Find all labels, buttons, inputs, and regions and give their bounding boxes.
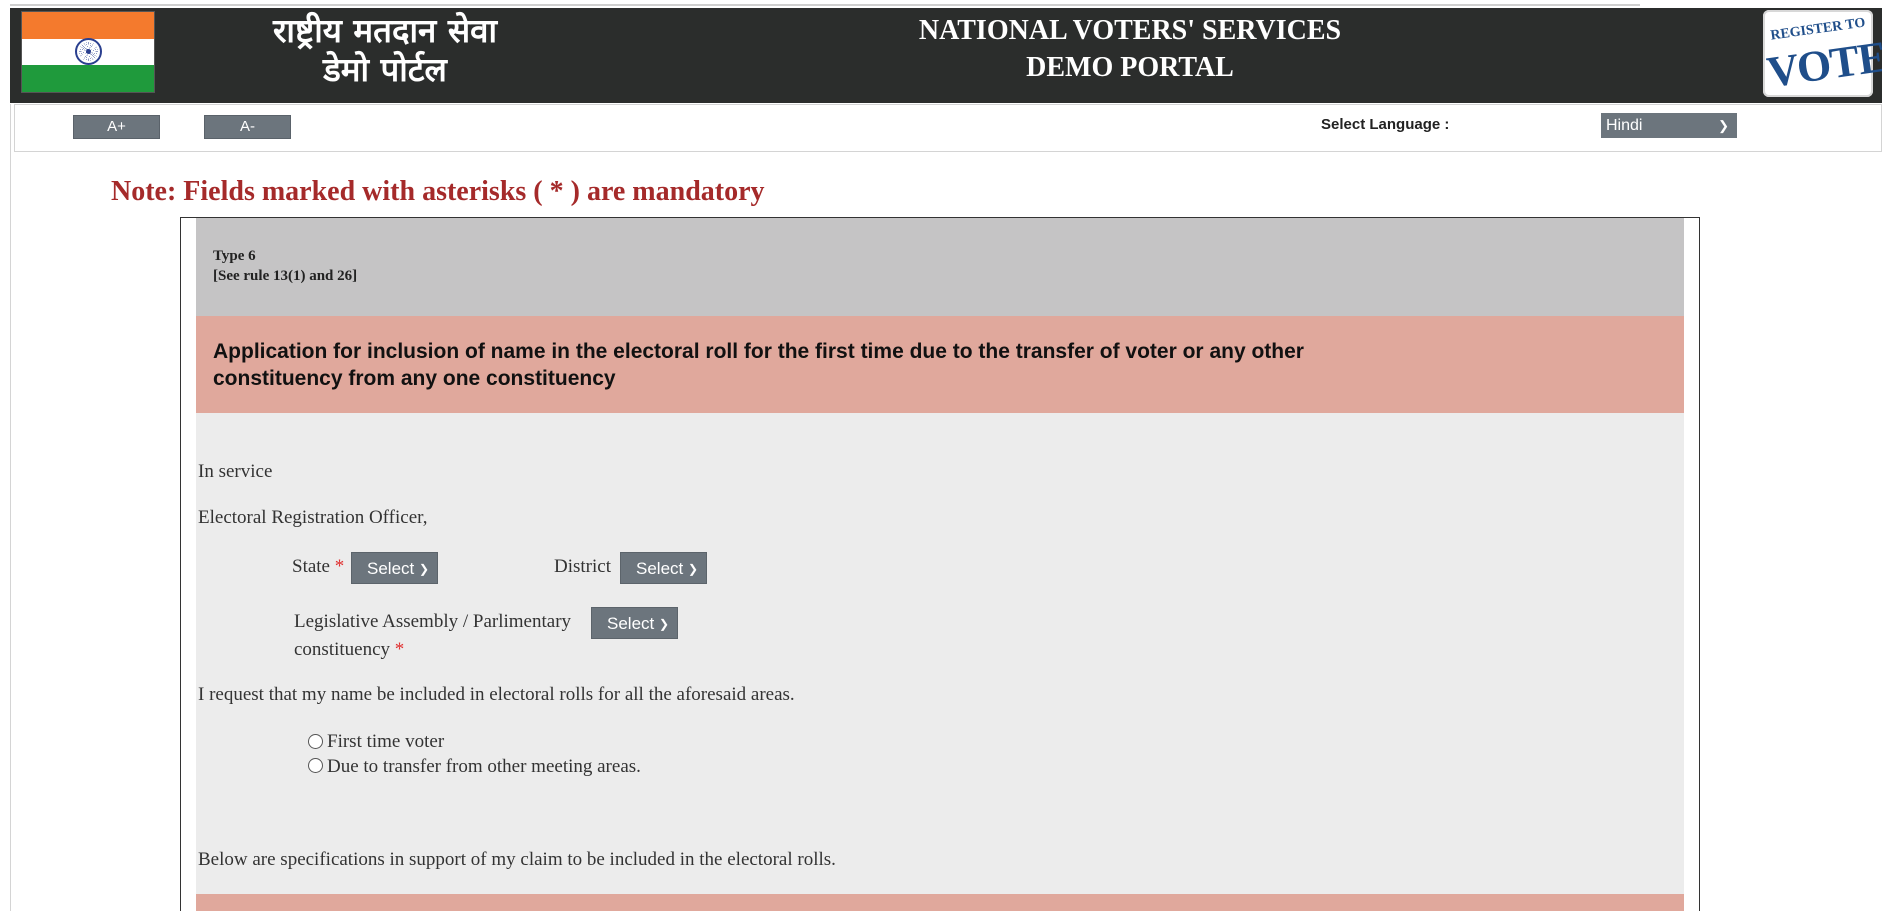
india-flag-logo bbox=[21, 11, 155, 93]
constituency-select[interactable]: Select ❯ bbox=[591, 607, 678, 639]
state-select[interactable]: Select ❯ bbox=[351, 552, 438, 584]
first-time-voter-radio[interactable] bbox=[308, 734, 323, 749]
officer-text: Electoral Registration Officer, bbox=[198, 507, 428, 528]
district-label: District bbox=[554, 556, 611, 577]
constituency-label-line1: Legislative Assembly / Parlimentary bbox=[294, 611, 572, 632]
hindi-site-title: राष्ट्रीय मतदान सेवा डेमो पोर्टल bbox=[240, 11, 530, 89]
chevron-down-icon: ❯ bbox=[658, 617, 669, 631]
form-body: Type 6 [See rule 13(1) and 26] Applicati… bbox=[196, 218, 1684, 911]
in-service-text: In service bbox=[198, 461, 273, 482]
application-title: Application for inclusion of name in the… bbox=[213, 340, 1304, 390]
next-section-header bbox=[196, 894, 1684, 911]
language-label: Select Language : bbox=[1321, 116, 1450, 133]
form-type-header: Type 6 [See rule 13(1) and 26] bbox=[196, 218, 1684, 316]
register-to-vote-logo: REGISTER TO VOTE bbox=[1763, 10, 1882, 97]
required-asterisk: * bbox=[394, 639, 405, 660]
ashoka-chakra-icon bbox=[74, 38, 102, 66]
state-label-text: State bbox=[292, 556, 330, 577]
mandatory-fields-note: Note: Fields marked with asterisks ( * )… bbox=[111, 176, 765, 207]
hindi-title-line2: डेमो पोर्टल bbox=[323, 50, 447, 89]
first-time-voter-label: First time voter bbox=[327, 731, 445, 752]
application-title-box: Application for inclusion of name in the… bbox=[196, 316, 1684, 413]
form-container: Type 6 [See rule 13(1) and 26] Applicati… bbox=[180, 217, 1700, 911]
state-label: State * bbox=[292, 556, 344, 578]
state-select-value: Select bbox=[367, 559, 415, 578]
transfer-voter-label: Due to transfer from other meeting areas… bbox=[327, 756, 641, 777]
form-type: Type 6 bbox=[213, 248, 256, 264]
english-site-title: NATIONAL VOTERS' SERVICES DEMO PORTAL bbox=[870, 12, 1390, 86]
accessibility-toolbar: A+ A- Select Language : Hindi ❯ bbox=[14, 104, 1882, 152]
constituency-label-line2: constituency * bbox=[294, 639, 404, 661]
constituency-select-value: Select bbox=[607, 614, 655, 633]
chevron-down-icon: ❯ bbox=[1718, 118, 1729, 133]
hindi-title-line1: राष्ट्रीय मतदान सेवा bbox=[272, 11, 498, 50]
specifications-text: Below are specifications in support of m… bbox=[198, 849, 836, 870]
district-select[interactable]: Select ❯ bbox=[620, 552, 707, 584]
font-decrease-button[interactable]: A- bbox=[204, 115, 291, 139]
english-title-line1: NATIONAL VOTERS' SERVICES bbox=[918, 15, 1342, 46]
site-header: राष्ट्रीय मतदान सेवा डेमो पोर्टल NATIONA… bbox=[10, 8, 1882, 103]
transfer-voter-radio[interactable] bbox=[308, 758, 323, 773]
request-text: I request that my name be included in el… bbox=[198, 684, 795, 705]
top-border-line bbox=[10, 4, 1640, 6]
english-title-line2: DEMO PORTAL bbox=[1026, 52, 1234, 83]
font-increase-button[interactable]: A+ bbox=[73, 115, 160, 139]
constituency-label-text: constituency bbox=[294, 639, 391, 660]
form-rule-reference: [See rule 13(1) and 26] bbox=[213, 268, 358, 284]
district-select-value: Select bbox=[636, 559, 684, 578]
language-select-value: Hindi bbox=[1606, 117, 1643, 134]
chevron-down-icon: ❯ bbox=[418, 562, 429, 576]
chevron-down-icon: ❯ bbox=[687, 562, 698, 576]
required-asterisk: * bbox=[334, 556, 345, 577]
language-select[interactable]: Hindi ❯ bbox=[1601, 113, 1737, 138]
page-left-border bbox=[10, 104, 11, 911]
